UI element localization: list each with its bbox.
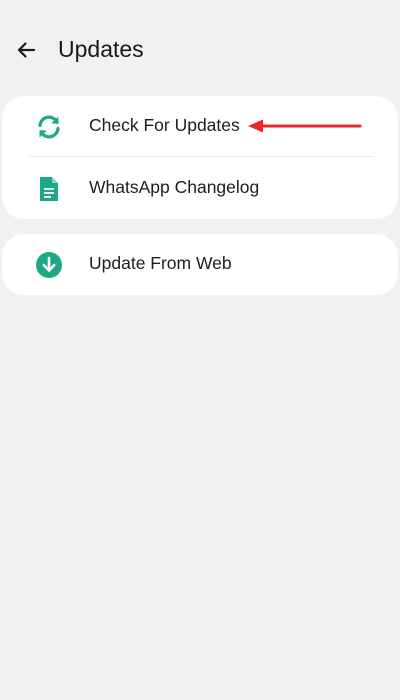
update-from-web-label: Update From Web xyxy=(89,253,232,273)
app-header: Updates xyxy=(0,22,400,80)
status-bar xyxy=(0,0,400,22)
download-circle-icon xyxy=(34,250,64,280)
check-for-updates-label: Check For Updates xyxy=(89,115,240,135)
whatsapp-changelog-item[interactable]: WhatsApp Changelog xyxy=(2,158,398,218)
page-title: Updates xyxy=(58,36,144,62)
document-icon xyxy=(34,174,64,204)
update-from-web-item[interactable]: Update From Web xyxy=(2,234,398,294)
web-update-card: Update From Web xyxy=(2,234,398,295)
arrow-left-icon xyxy=(17,42,36,58)
divider xyxy=(28,156,374,157)
updates-card: Check For Updates WhatsApp Changelog xyxy=(2,96,398,219)
refresh-icon xyxy=(34,112,64,142)
whatsapp-changelog-label: WhatsApp Changelog xyxy=(89,177,260,197)
check-for-updates-item[interactable]: Check For Updates xyxy=(2,96,398,156)
back-button[interactable] xyxy=(10,34,42,66)
